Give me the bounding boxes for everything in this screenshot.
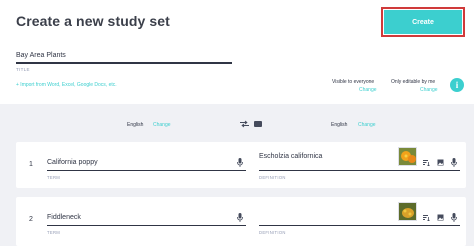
term-caption: TERM [47, 230, 61, 235]
header: Create a new study set Create Bay Area P… [0, 0, 474, 104]
definition-language-change-link[interactable]: Change [358, 122, 376, 128]
editable-label: Only editable by me [391, 79, 436, 85]
image-icon[interactable] [437, 214, 444, 221]
definition-caption: DEFINITION [259, 175, 286, 180]
editable-change-link[interactable]: Change [420, 87, 438, 93]
visibility-label: Visible to everyone [332, 79, 375, 85]
info-icon[interactable]: i [450, 78, 464, 92]
fiddleneck-thumbnail[interactable] [398, 202, 417, 221]
page-title: Create a new study set [16, 13, 170, 29]
title-caption: TITLE [16, 67, 30, 72]
visibility-change-link[interactable]: Change [359, 87, 377, 93]
definition-underline [259, 170, 460, 172]
title-input[interactable]: Bay Area Plants [16, 52, 66, 59]
term-input[interactable]: Fiddleneck [47, 214, 81, 221]
term-underline [47, 170, 246, 172]
term-microphone-icon[interactable] [237, 213, 243, 222]
definition-caption: DEFINITION [259, 230, 286, 235]
term-language-change-link[interactable]: Change [153, 122, 171, 128]
poppy-thumbnail[interactable] [398, 147, 417, 166]
import-link[interactable]: + Import from Word, Excel, Google Docs, … [16, 82, 117, 88]
term-microphone-icon[interactable] [237, 158, 243, 167]
card: 2 Fiddleneck TERM DEFINITION [16, 197, 466, 246]
create-button-highlight: Create [381, 7, 465, 37]
card-number: 2 [29, 216, 33, 223]
sort-icon[interactable] [423, 214, 430, 221]
sort-icon[interactable] [423, 159, 430, 166]
title-underline [16, 62, 232, 64]
definition-input[interactable]: Escholzia californica [259, 153, 322, 160]
term-underline [47, 225, 246, 227]
term-caption: TERM [47, 175, 61, 180]
swap-arrows-icon[interactable] [240, 120, 249, 128]
keyboard-icon[interactable] [254, 121, 262, 127]
definition-microphone-icon[interactable] [451, 213, 457, 222]
term-input[interactable]: California poppy [47, 159, 98, 166]
definition-language: English [331, 122, 348, 128]
definition-microphone-icon[interactable] [451, 158, 457, 167]
image-icon[interactable] [437, 159, 444, 166]
definition-underline [259, 225, 460, 227]
term-language: English [127, 122, 144, 128]
create-button[interactable]: Create [384, 10, 462, 34]
card: 1 California poppy TERM Escholzia califo… [16, 142, 466, 188]
card-number: 1 [29, 161, 33, 168]
